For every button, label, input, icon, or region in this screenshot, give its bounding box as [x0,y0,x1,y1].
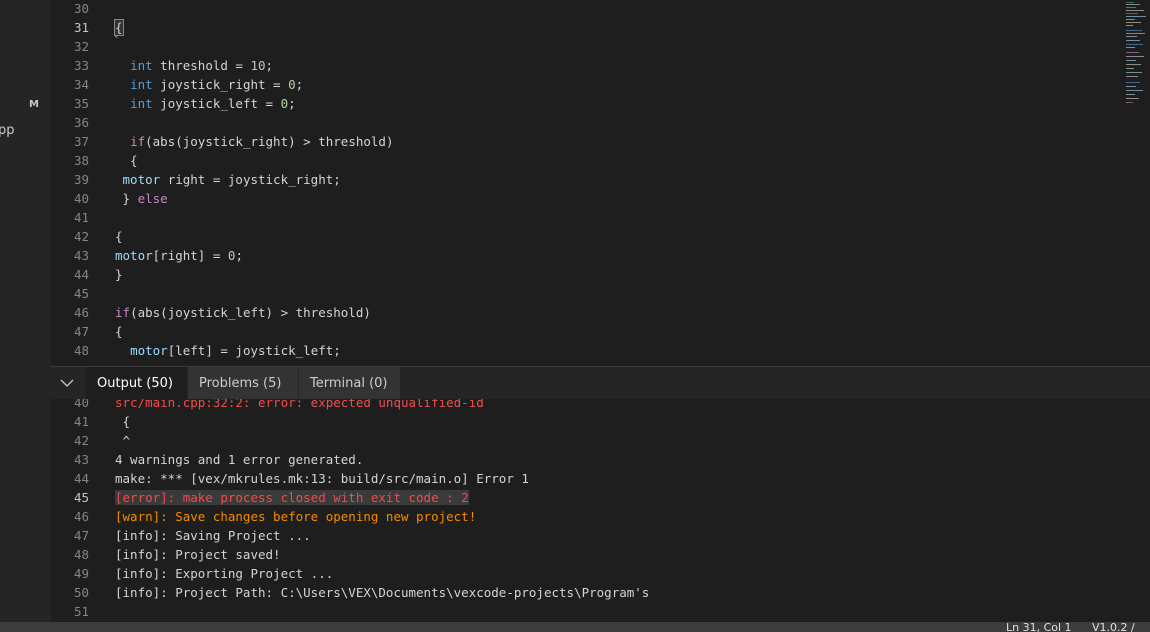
minimap-line [1126,10,1144,11]
minimap-line [1126,52,1139,53]
output-line: [info]: Exporting Project ... [115,566,334,581]
code-line[interactable]: motor[right] = 0; [115,246,243,265]
cursor-position[interactable]: Ln 31, Col 1 [1006,622,1072,632]
output-line: [warn]: Save changes before opening new … [115,509,477,524]
code-line[interactable]: int joystick_left = 0; [115,94,296,113]
output-line-number: 47 [73,528,89,543]
minimap-line [1126,94,1135,95]
line-number: 34 [73,77,89,92]
line-number: 43 [73,248,89,263]
line-number: 30 [73,1,89,16]
line-number: 41 [73,210,89,225]
code-line[interactable]: { [114,18,124,37]
output-line-number: 49 [73,566,89,581]
minimap[interactable] [1124,0,1150,110]
minimap-line [1126,7,1136,8]
code-line[interactable]: } [115,265,123,284]
minimap-line [1126,19,1135,20]
line-number: 44 [73,267,89,282]
minimap-line [1126,90,1143,91]
line-number: 35 [73,96,89,111]
line-number: 31 [73,20,89,35]
line-number: 32 [73,39,89,54]
line-number: 37 [73,134,89,149]
output-line: make: *** [vex/mkrules.mk:13: build/src/… [115,471,529,486]
line-number: 48 [73,343,89,358]
minimap-line [1126,30,1142,31]
minimap-line [1126,40,1140,41]
minimap-line [1126,56,1144,57]
code-editor[interactable]: 30 31 {32 33 int threshold = 10; 34 int joys… [51,0,1150,366]
minimap-line [1126,2,1134,3]
line-number: 42 [73,229,89,244]
output-line: [info]: Project saved! [115,547,281,562]
output-line: [info]: Project Path: C:\Users\VEX\Docum… [115,585,650,600]
code-line[interactable]: int threshold = 10; [115,56,273,75]
minimap-line [1126,102,1133,103]
output-line: [info]: Saving Project ... [115,528,311,543]
minimap-line [1126,22,1141,23]
minimap-line [1126,25,1133,26]
code-line[interactable]: { [115,151,138,170]
line-number: 36 [73,115,89,130]
minimap-line [1126,47,1135,48]
output-line: [error]: make process closed with exit c… [115,490,469,505]
output-line-number: 41 [73,414,89,429]
minimap-line [1126,13,1138,14]
output-line: src/main.cpp:32:2: error: expected unqua… [115,399,484,410]
line-number: 39 [73,172,89,187]
output-line-number: 45 [73,490,89,505]
minimap-line [1126,33,1145,34]
output-line-number: 44 [73,471,89,486]
line-number: 40 [73,191,89,206]
output-line-number: 48 [73,547,89,562]
output-line-number: 51 [73,604,89,619]
modified-badge: M [29,99,39,110]
line-number: 38 [73,153,89,168]
minimap-line [1126,60,1136,61]
code-line[interactable]: int joystick_right = 0; [115,75,303,94]
tab-output[interactable]: Output (50) [86,367,187,400]
code-line[interactable]: motor right = joystick_right; [115,170,341,189]
line-number: 45 [73,286,89,301]
minimap-line [1126,36,1137,37]
panel-tab-bar: Output (50) Problems (5) Terminal (0) [51,366,1150,400]
sidebar-item-label[interactable]: pp [0,123,15,138]
code-line[interactable]: if(abs(joystick_right) > threshold) [115,132,393,151]
code-line[interactable]: { [115,322,123,341]
output-line: ^ [115,433,131,448]
explorer-sidebar: M pp [0,0,51,632]
line-number: 33 [73,58,89,73]
minimap-line [1126,44,1143,45]
output-line-number: 40 [73,399,89,410]
minimap-line [1126,16,1146,17]
chevron-down-icon[interactable] [59,374,75,390]
minimap-line [1126,72,1142,73]
tab-terminal[interactable]: Terminal (0) [299,367,400,400]
version-label: V1.0.2 / 19 [1092,622,1135,632]
output-line-number: 50 [73,585,89,600]
minimap-line [1126,64,1141,65]
output-line: { [115,414,131,429]
line-number: 47 [73,324,89,339]
output-console[interactable]: 40 src/main.cpp:32:2: error: expected unq… [51,399,1150,622]
status-bar: Ln 31, Col 1 V1.0.2 / 19 [0,622,1150,632]
code-line[interactable]: if(abs(joystick_left) > threshold) [115,303,371,322]
output-line-number: 43 [73,452,89,467]
code-line[interactable]: } else [115,189,168,208]
output-line-number: 46 [73,509,89,524]
minimap-line [1126,98,1139,99]
line-number: 46 [73,305,89,320]
minimap-line [1126,68,1134,69]
code-line[interactable]: motor[left] = joystick_left; [115,341,341,360]
code-line[interactable]: { [115,227,123,246]
minimap-line [1126,76,1138,77]
minimap-line [1126,86,1136,87]
minimap-line [1126,4,1140,5]
output-line-number: 42 [73,433,89,448]
output-line: 4 warnings and 1 error generated. [115,452,364,467]
minimap-line [1126,82,1140,83]
tab-problems[interactable]: Problems (5) [188,367,298,400]
